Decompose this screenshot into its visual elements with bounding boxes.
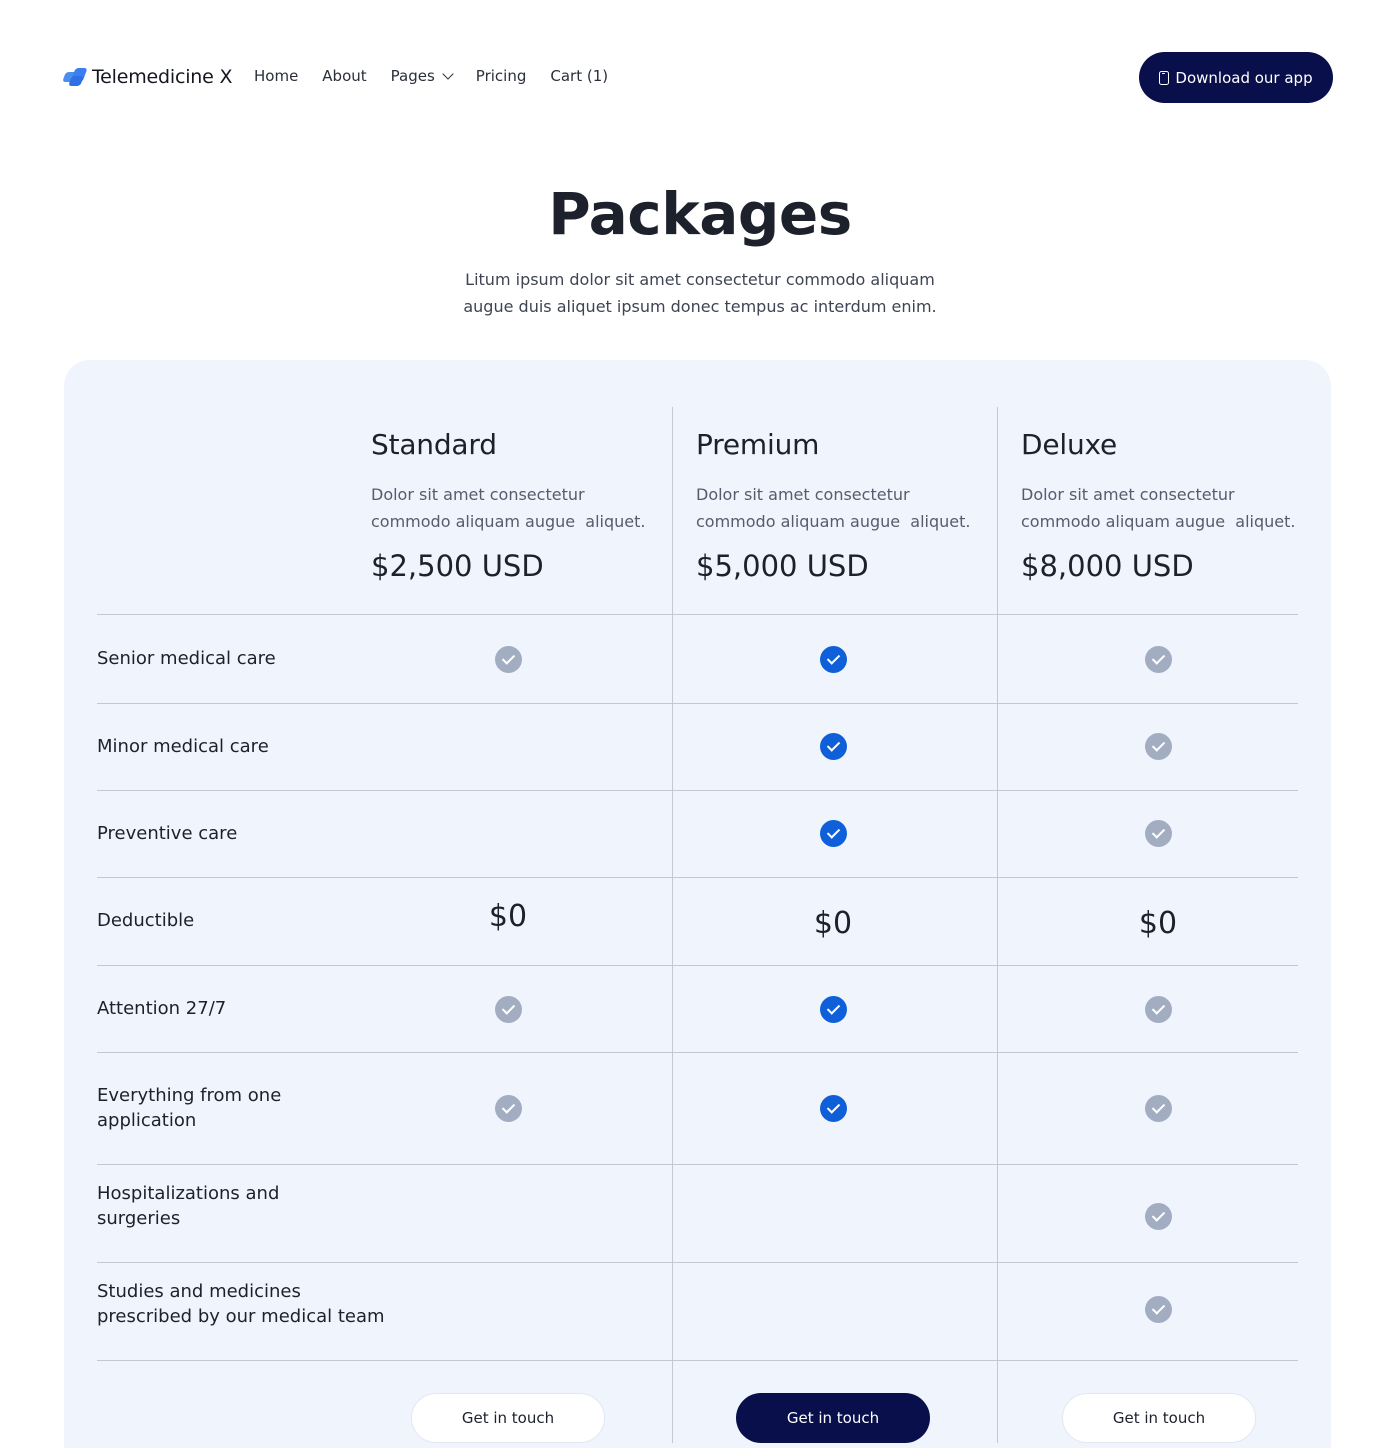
plan-standard: Standard Dolor sit amet consectetur comm… (371, 428, 661, 583)
plan-description-line-2: commodo aliquam augue aliquet. (371, 512, 646, 531)
brand[interactable]: Telemedicine X (62, 66, 233, 88)
plan-description-line-1: Dolor sit amet consectetur (371, 485, 585, 504)
feature-label: Everything from one application (97, 1083, 417, 1133)
row-divider (97, 1360, 1298, 1361)
check-circle-icon (1145, 1095, 1172, 1122)
page-subtitle-line-2: augue duis aliquet ipsum donec tempus ac… (463, 297, 937, 316)
plan-description: Dolor sit amet consectetur commodo aliqu… (371, 481, 661, 535)
check-circle-icon (1145, 733, 1172, 760)
nav-link-pages-label: Pages (390, 67, 435, 85)
check-circle-icon (820, 733, 847, 760)
feature-label: Attention 27/7 (97, 996, 417, 1021)
phone-icon (1159, 70, 1170, 85)
nav-link-pages[interactable]: Pages (390, 67, 454, 85)
feature-label-line-2: surgeries (97, 1208, 181, 1229)
column-divider (997, 407, 998, 1443)
plan-name: Premium (696, 428, 820, 461)
get-in-touch-button-standard[interactable]: Get in touch (411, 1393, 605, 1443)
download-app-label: Download our app (1175, 68, 1313, 87)
feature-label: Preventive care (97, 821, 417, 846)
feature-label-line-1: Everything from one (97, 1085, 282, 1106)
column-divider (672, 407, 673, 1443)
get-in-touch-button-premium[interactable]: Get in touch (736, 1393, 930, 1443)
plan-price: $8,000 USD (1021, 549, 1194, 583)
check-circle-icon (1145, 996, 1172, 1023)
plan-description-line-2: commodo aliquam augue aliquet. (1021, 512, 1296, 531)
deductible-value: $0 (1138, 906, 1178, 941)
feature-label-line-1: Preventive care (97, 823, 238, 844)
feature-label-line-2: prescribed by our medical team (97, 1306, 385, 1327)
nav-links: Home About Pages Pricing Cart (1) (254, 67, 608, 85)
telemedicine-logo-icon (62, 66, 88, 88)
feature-label-line-1: Deductible (97, 910, 195, 931)
check-circle-icon (820, 820, 847, 847)
row-divider (97, 965, 1298, 966)
plan-name: Deluxe (1021, 428, 1118, 461)
plan-description: Dolor sit amet consectetur commodo aliqu… (696, 481, 986, 535)
plan-deluxe: Deluxe Dolor sit amet consectetur commod… (1021, 428, 1311, 583)
nav-link-cart[interactable]: Cart (1) (550, 67, 608, 85)
check-circle-icon (820, 996, 847, 1023)
feature-label-line-1: Hospitalizations and (97, 1183, 280, 1204)
check-circle-icon (820, 646, 847, 673)
nav-link-pricing[interactable]: Pricing (476, 67, 527, 85)
page-subtitle-line-1: Litum ipsum dolor sit amet consectetur c… (465, 270, 935, 289)
check-circle-icon (495, 996, 522, 1023)
plan-description-line-1: Dolor sit amet consectetur (696, 485, 910, 504)
feature-label: Deductible (97, 908, 417, 933)
check-circle-icon (495, 1095, 522, 1122)
row-divider (97, 1052, 1298, 1053)
plan-premium: Premium Dolor sit amet consectetur commo… (696, 428, 986, 583)
check-circle-icon (1145, 820, 1172, 847)
check-circle-icon (1145, 1296, 1172, 1323)
check-circle-icon (1145, 646, 1172, 673)
plan-description: Dolor sit amet consectetur commodo aliqu… (1021, 481, 1311, 535)
get-in-touch-button-deluxe[interactable]: Get in touch (1062, 1393, 1256, 1443)
brand-name: Telemedicine X (92, 66, 233, 88)
feature-label-line-1: Attention 27/7 (97, 998, 227, 1019)
top-navigation: Telemedicine X Home About Pages Pricing … (62, 52, 1333, 103)
page-title: Packages (548, 180, 852, 248)
plan-price: $5,000 USD (696, 549, 869, 583)
check-circle-icon (1145, 1203, 1172, 1230)
check-circle-icon (820, 1095, 847, 1122)
row-divider (97, 877, 1298, 878)
feature-label: Studies and medicines prescribed by our m… (97, 1279, 417, 1329)
deductible-value: $0 (488, 899, 528, 934)
plan-description-line-1: Dolor sit amet consectetur (1021, 485, 1235, 504)
plan-name: Standard (371, 428, 497, 461)
download-app-button[interactable]: Download our app (1139, 52, 1333, 103)
nav-link-about[interactable]: About (322, 67, 366, 85)
chevron-down-icon (442, 68, 454, 80)
feature-label: Minor medical care (97, 734, 417, 759)
feature-label-line-1: Senior medical care (97, 648, 276, 669)
plan-price: $2,500 USD (371, 549, 544, 583)
feature-label-line-2: application (97, 1110, 197, 1131)
plan-description-line-2: commodo aliquam augue aliquet. (696, 512, 971, 531)
check-circle-icon (495, 646, 522, 673)
nav-link-home[interactable]: Home (254, 67, 298, 85)
page-subtitle: Litum ipsum dolor sit amet consectetur c… (430, 266, 970, 320)
feature-label-line-1: Minor medical care (97, 736, 269, 757)
row-divider (97, 1164, 1298, 1165)
deductible-value: $0 (813, 906, 853, 941)
row-divider (97, 1262, 1298, 1263)
feature-label-line-1: Studies and medicines (97, 1281, 301, 1302)
row-divider (97, 790, 1298, 791)
feature-label: Hospitalizations and surgeries (97, 1181, 417, 1231)
row-divider (97, 703, 1298, 704)
feature-label: Senior medical care (97, 646, 417, 671)
row-divider (97, 614, 1298, 615)
